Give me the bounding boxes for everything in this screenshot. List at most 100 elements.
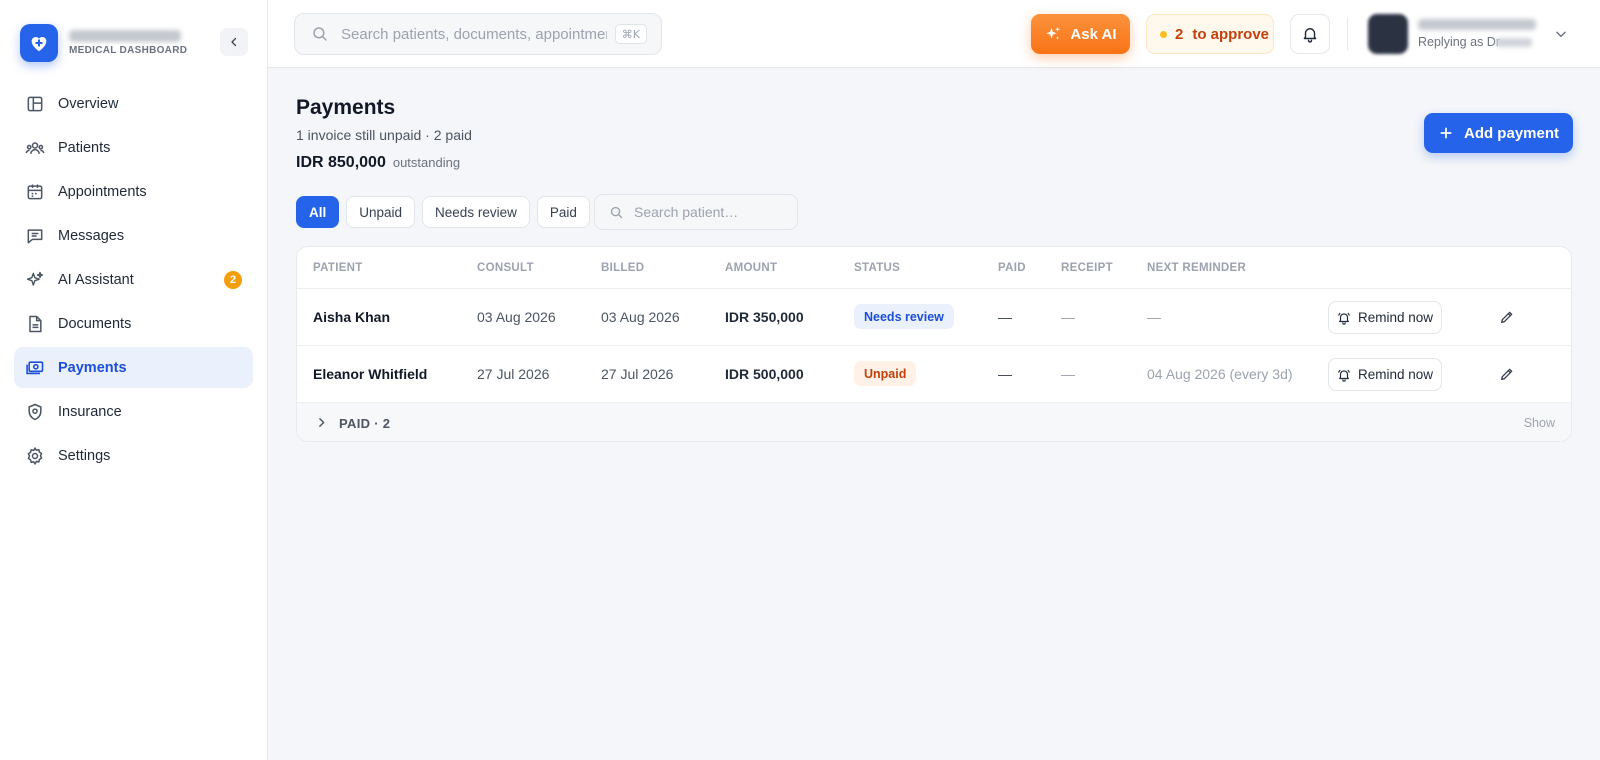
ask-ai-button[interactable]: Ask AI [1031, 14, 1130, 54]
patient-name[interactable]: Eleanor Whitfield [313, 366, 427, 382]
sidebar-nav: Overview Patients Appointments Messages … [14, 83, 253, 479]
global-search-input[interactable] [341, 25, 607, 43]
global-search[interactable]: ⌘K [294, 13, 662, 55]
column-header-next-reminder[interactable]: NEXT REMINDER [1147, 262, 1246, 274]
profile-name-redacted [1418, 19, 1536, 30]
edit-button[interactable] [1495, 362, 1519, 386]
sidebar-item-payments[interactable]: Payments [14, 347, 253, 388]
filter-chip-needs-review[interactable]: Needs review [422, 196, 530, 228]
outstanding-summary: IDR 850,000 outstanding [296, 154, 460, 172]
document-icon [25, 314, 45, 334]
edit-button[interactable] [1495, 305, 1519, 329]
table-header: PATIENT CONSULT BILLED AMOUNT STATUS PAI… [297, 247, 1571, 289]
sidebar-item-label: Overview [58, 95, 119, 112]
bell-icon [1303, 28, 1317, 43]
patient-name[interactable]: Aisha Khan [313, 309, 390, 325]
approve-label: to approve [1192, 25, 1270, 43]
column-header-amount[interactable]: AMOUNT [725, 262, 777, 274]
sidebar-item-ai-assistant[interactable]: AI Assistant 2 [14, 259, 253, 300]
column-header-status[interactable]: STATUS [854, 262, 900, 274]
profile-menu[interactable]: Replying as Dr [1368, 14, 1578, 54]
sidebar-item-label: AI Assistant [58, 271, 134, 288]
profile-subtitle: Replying as Dr [1418, 35, 1500, 49]
add-payment-button[interactable]: Add payment [1424, 113, 1573, 153]
filter-chip-unpaid[interactable]: Unpaid [346, 196, 416, 228]
chevron-left-icon [231, 37, 237, 47]
sidebar-item-label: Appointments [58, 183, 147, 200]
sidebar-item-patients[interactable]: Patients [14, 127, 253, 168]
layout-icon [25, 94, 45, 114]
remind-now-button[interactable]: Remind now [1328, 301, 1442, 334]
consult-date: 27 Jul 2026 [477, 366, 550, 382]
outstanding-amount: IDR 850,000 [296, 154, 386, 171]
table-row[interactable]: Eleanor Whitfield 27 Jul 2026 27 Jul 202… [297, 346, 1571, 403]
brand: MEDICAL DASHBOARD [20, 24, 248, 62]
approve-count: 2 [1175, 25, 1184, 43]
search-icon [610, 206, 623, 218]
receipt: — [1061, 366, 1075, 382]
chevron-down-icon[interactable] [1554, 27, 1568, 41]
column-header-consult[interactable]: CONSULT [477, 262, 534, 274]
column-header-patient[interactable]: PATIENT [313, 262, 363, 274]
pending-dot-icon [1160, 30, 1167, 38]
heart-plus-logo-icon [20, 24, 58, 62]
column-header-billed[interactable]: BILLED [601, 262, 644, 274]
sparkles-icon [1046, 26, 1061, 40]
ai-assistant-count-badge: 2 [224, 271, 242, 289]
main-content: Payments 1 invoice still unpaid · 2 paid… [268, 68, 1600, 760]
payments-table: PATIENT CONSULT BILLED AMOUNT STATUS PAI… [296, 246, 1572, 442]
bell-ring-icon [1338, 312, 1350, 325]
to-approve-button[interactable]: 2 to approve [1146, 14, 1274, 54]
filter-chip-all[interactable]: All [296, 196, 340, 228]
sidebar-item-label: Settings [58, 447, 111, 464]
status-badge: Unpaid [854, 361, 917, 386]
paid-group-toggle[interactable]: PAID · 2 Show [297, 403, 1571, 441]
sidebar-item-documents[interactable]: Documents [14, 303, 253, 344]
collapse-sidebar-button[interactable] [220, 28, 248, 56]
notifications-button[interactable] [1290, 14, 1330, 54]
billed-date: 27 Jul 2026 [601, 366, 674, 382]
remind-now-button[interactable]: Remind now [1328, 358, 1442, 391]
users-icon [25, 138, 45, 158]
table-row[interactable]: Aisha Khan 03 Aug 2026 03 Aug 2026 IDR 3… [297, 289, 1571, 346]
column-header-receipt[interactable]: RECEIPT [1061, 262, 1113, 274]
ask-ai-label: Ask AI [1070, 25, 1117, 43]
paid-group-show-link[interactable]: Show [1524, 416, 1555, 430]
sidebar-item-label: Documents [58, 315, 132, 332]
patient-search[interactable] [594, 194, 798, 230]
calendar-icon [25, 182, 45, 202]
remind-now-label: Remind now [1357, 367, 1434, 382]
profile-subtitle-redacted [1496, 38, 1532, 47]
sidebar-item-label: Insurance [58, 403, 122, 420]
payments-icon [25, 358, 45, 378]
amount: IDR 500,000 [725, 366, 804, 382]
plus-icon [1440, 127, 1452, 139]
next-reminder: — [1147, 309, 1161, 325]
paid-date: — [998, 309, 1012, 325]
consult-date: 03 Aug 2026 [477, 309, 556, 325]
column-header-paid[interactable]: PAID [998, 262, 1026, 274]
bell-ring-icon [1338, 369, 1350, 382]
header-divider [1347, 18, 1348, 50]
sidebar-item-appointments[interactable]: Appointments [14, 171, 253, 212]
brand-subtitle: MEDICAL DASHBOARD [69, 45, 188, 56]
shield-icon [25, 402, 45, 422]
search-icon [313, 27, 327, 41]
sidebar-item-label: Messages [58, 227, 125, 244]
patient-search-input[interactable] [634, 204, 794, 220]
page-subtitle: 1 invoice still unpaid · 2 paid [296, 127, 472, 143]
sidebar-item-label: Payments [58, 359, 127, 376]
sidebar-item-insurance[interactable]: Insurance [14, 391, 253, 432]
paid-group-label: PAID · 2 [339, 416, 391, 431]
sidebar-item-messages[interactable]: Messages [14, 215, 253, 256]
add-payment-label: Add payment [1463, 124, 1559, 142]
gear-icon [25, 446, 45, 466]
sidebar-item-overview[interactable]: Overview [14, 83, 253, 124]
filter-chip-paid[interactable]: Paid [536, 196, 590, 228]
avatar [1368, 14, 1408, 54]
sidebar-item-settings[interactable]: Settings [14, 435, 253, 476]
message-icon [25, 226, 45, 246]
pencil-icon [1501, 311, 1513, 323]
remind-now-label: Remind now [1357, 310, 1434, 325]
status-badge: Needs review [854, 304, 954, 329]
